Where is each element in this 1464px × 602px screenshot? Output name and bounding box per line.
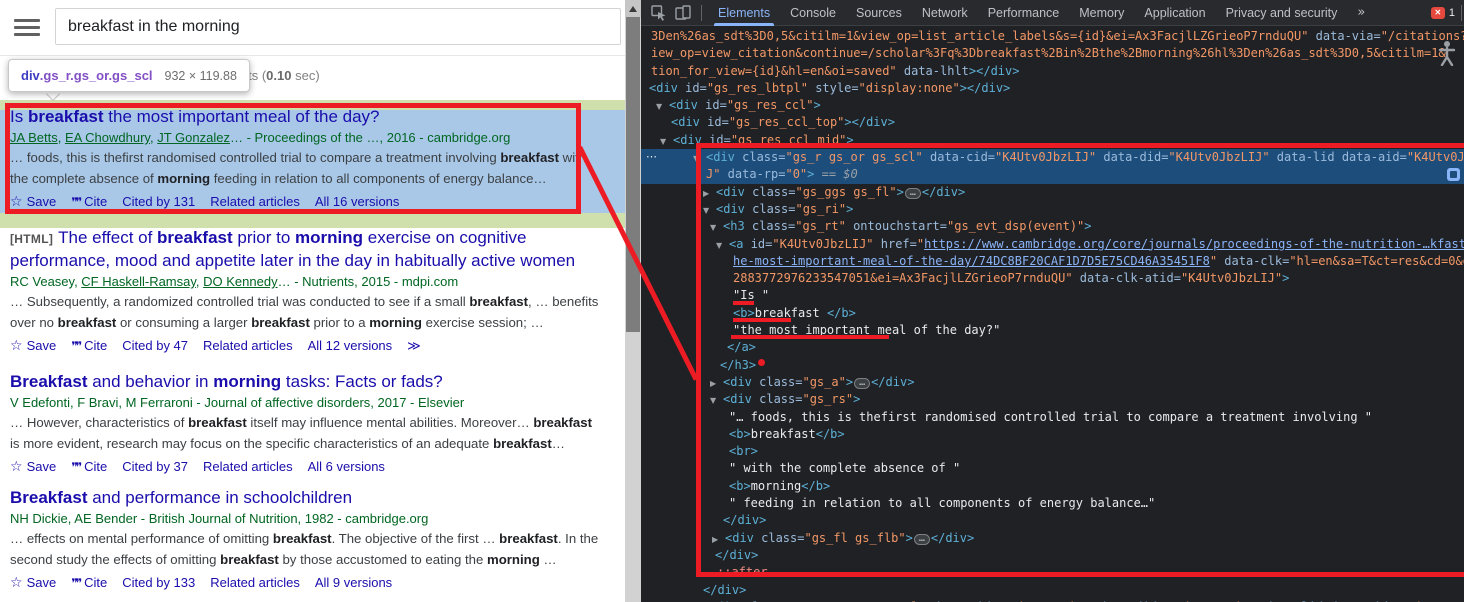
cited-by-link[interactable]: Cited by 133 [122,575,195,590]
devtools-tab-console[interactable]: Console [780,0,846,26]
screenshot-root: ults (0.10 sec) Is breakfast the most im… [0,0,1464,602]
save-link[interactable]: ☆Save [10,575,56,590]
code-line[interactable]: ▼<div id="gs_res_ccl"> [641,97,1464,114]
devtools-panel: ElementsConsoleSourcesNetworkPerformance… [641,0,1464,602]
save-star-icon: ☆ [10,575,23,591]
search-input[interactable] [55,8,621,45]
collapse-arrow-icon[interactable]: ▼ [656,98,662,115]
inspect-element-icon[interactable] [650,4,668,22]
related-articles-link[interactable]: Related articles [203,338,293,353]
result-title-link[interactable]: Breakfast and behavior in morning tasks:… [10,371,600,393]
filetype-label: [HTML] [10,232,53,246]
result-title-link[interactable]: Breakfast and performance in schoolchild… [10,487,600,509]
page-scrollbar[interactable] [625,0,641,602]
cite-quote-icon: ❞❞ [71,339,80,353]
cite-quote-icon: ❞❞ [71,576,80,590]
scholar-header [0,0,625,56]
result-snippet: … However, characteristics of breakfast … [10,413,600,454]
save-link[interactable]: ☆Save [10,338,56,353]
result-authors[interactable]: RC Veasey, CF Haskell-Ramsay, DO Kennedy… [10,272,600,291]
result-snippet: … Subsequently, a randomized controlled … [10,292,600,333]
all-versions-link[interactable]: All 6 versions [308,459,385,474]
result-actions: ☆Save ❞❞Cite Cited by 47 Related articles Al… [10,335,600,357]
cite-quote-icon: ❞❞ [71,460,80,474]
more-results-chevron-icon: ≫ [407,339,421,354]
annotation-underline-breakfast [733,318,791,322]
devtools-tab-memory[interactable]: Memory [1069,0,1134,26]
cite-link[interactable]: ❞❞Cite [71,575,107,590]
annotation-underline-is [733,301,754,305]
devtools-tab-network[interactable]: Network [912,0,978,26]
toolbar-divider [701,5,702,21]
tooltip-selector-tag: div [21,68,40,83]
save-star-icon: ☆ [10,338,23,354]
annotation-box-code [696,143,1464,577]
annotation-dot [758,359,765,366]
scrollbar-thumb[interactable] [626,17,640,332]
code-line[interactable]: 3Den%26as_sdt%3D0,5&citilm=1&view_op=lis… [641,28,1464,45]
selected-row-gutter-marker[interactable]: ⋯ [646,150,658,163]
search-result: [HTML]The effect of breakfast prior to m… [10,227,600,357]
code-line[interactable]: </div> [641,582,1464,599]
cite-link[interactable]: ❞❞Cite [71,459,107,474]
collapse-arrow-icon[interactable]: ▼ [660,133,666,150]
related-articles-link[interactable]: Related articles [203,459,293,474]
search-result: Breakfast and performance in schoolchild… [10,487,600,594]
scholar-results-pane: ults (0.10 sec) Is breakfast the most im… [0,0,625,602]
devtools-tab-elements[interactable]: Elements [708,0,780,26]
cited-by-link[interactable]: Cited by 47 [122,338,188,353]
code-line[interactable]: <div id="gs_res_lbtpl" style="display:no… [641,80,1464,97]
all-versions-link[interactable]: All 9 versions [315,575,392,590]
tooltip-selector-classes: .gs_r.gs_or.gs_scl [40,68,153,83]
all-versions-link[interactable]: All 12 versions [308,338,393,353]
scrollbar-up-arrow[interactable] [625,0,641,17]
toolbar-end-divider [1461,5,1462,21]
devtools-tab-application[interactable]: Application [1134,0,1215,26]
code-line[interactable]: iew_op=view_citation&continue=/scholar%3… [641,45,1464,62]
search-result: Breakfast and behavior in morning tasks:… [10,371,600,478]
code-line[interactable]: tion_for_view={id}&hl=en&oi=saved" data-… [641,63,1464,80]
inspect-tooltip: div.gs_r.gs_or.gs_scl 932 × 119.88 [8,59,250,92]
more-link[interactable]: ≫ [407,338,436,353]
tooltip-dimensions: 932 × 119.88 [165,69,237,83]
result-authors[interactable]: V Edefonti, F Bravi, M Ferraroni - Journ… [10,393,600,412]
devtools-tabbar: ElementsConsoleSourcesNetworkPerformance… [641,0,1464,26]
devtools-tab-performance[interactable]: Performance [978,0,1070,26]
result-actions: ☆Save ❞❞Cite Cited by 133 Related articles A… [10,572,600,594]
result-snippet: … effects on mental performance of omitt… [10,529,600,570]
inspect-highlight-margin-bottom [0,213,625,228]
more-tabs-chevron-icon[interactable]: » [1347,5,1375,20]
annotation-underline-title-text [731,335,889,339]
result-authors[interactable]: NH Dickie, AE Bender - British Journal o… [10,509,600,528]
hamburger-menu-icon[interactable] [14,15,40,37]
results-stat: ults (0.10 sec) [238,68,320,83]
error-icon: ✕ [1431,7,1445,19]
device-toolbar-icon[interactable] [674,4,692,22]
error-count: 1 [1449,7,1455,19]
save-link[interactable]: ☆Save [10,459,56,474]
devtools-tab-sources[interactable]: Sources [846,0,912,26]
accessibility-person-icon [1437,40,1457,71]
save-star-icon: ☆ [10,459,23,475]
devtools-tab-privacy-and-security[interactable]: Privacy and security [1216,0,1348,26]
annotation-box-result [5,103,581,214]
result-actions: ☆Save ❞❞Cite Cited by 37 Related articles Al… [10,456,600,478]
error-counter-badge[interactable]: ✕ 1 [1431,7,1455,19]
cited-by-link[interactable]: Cited by 37 [122,459,188,474]
related-articles-link[interactable]: Related articles [210,575,300,590]
result-title-link[interactable]: [HTML]The effect of breakfast prior to m… [10,227,600,272]
code-line[interactable]: <div id="gs_res_ccl_top"></div> [641,114,1464,131]
devtools-tabs: ElementsConsoleSourcesNetworkPerformance… [708,0,1347,26]
cite-link[interactable]: ❞❞Cite [71,338,107,353]
